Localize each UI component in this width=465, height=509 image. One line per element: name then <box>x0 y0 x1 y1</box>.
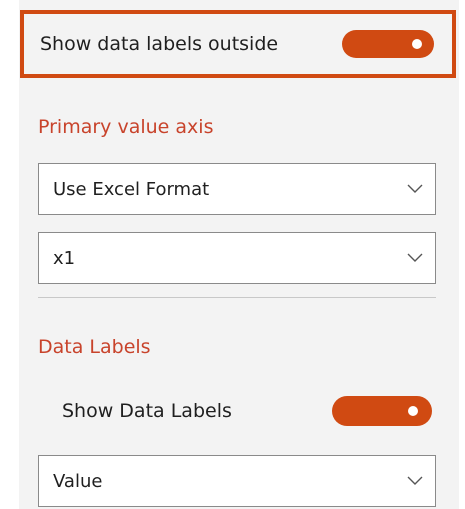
section-divider <box>38 297 436 298</box>
data-labels-title: Data Labels <box>38 336 151 358</box>
show-data-labels-label: Show Data Labels <box>62 400 232 422</box>
display-units-selected: x1 <box>53 247 76 269</box>
display-units-dropdown[interactable]: x1 <box>38 232 436 284</box>
data-label-content-selected: Value <box>53 470 103 492</box>
toggle-knob <box>412 39 422 49</box>
show-labels-outside-toggle[interactable] <box>342 30 434 58</box>
data-label-content-dropdown[interactable]: Value <box>38 455 436 507</box>
show-data-labels-row: Show Data Labels <box>62 394 432 428</box>
show-data-labels-toggle[interactable] <box>332 396 432 426</box>
primary-value-axis-title: Primary value axis <box>38 116 214 138</box>
chevron-down-icon <box>407 253 423 262</box>
chevron-down-icon <box>407 184 423 193</box>
value-format-dropdown[interactable]: Use Excel Format <box>38 163 436 215</box>
value-format-selected: Use Excel Format <box>53 178 210 200</box>
toggle-knob <box>408 406 418 416</box>
show-labels-outside-label: Show data labels outside <box>40 33 279 55</box>
chevron-down-icon <box>407 476 423 485</box>
show-labels-outside-row: Show data labels outside <box>20 10 456 78</box>
